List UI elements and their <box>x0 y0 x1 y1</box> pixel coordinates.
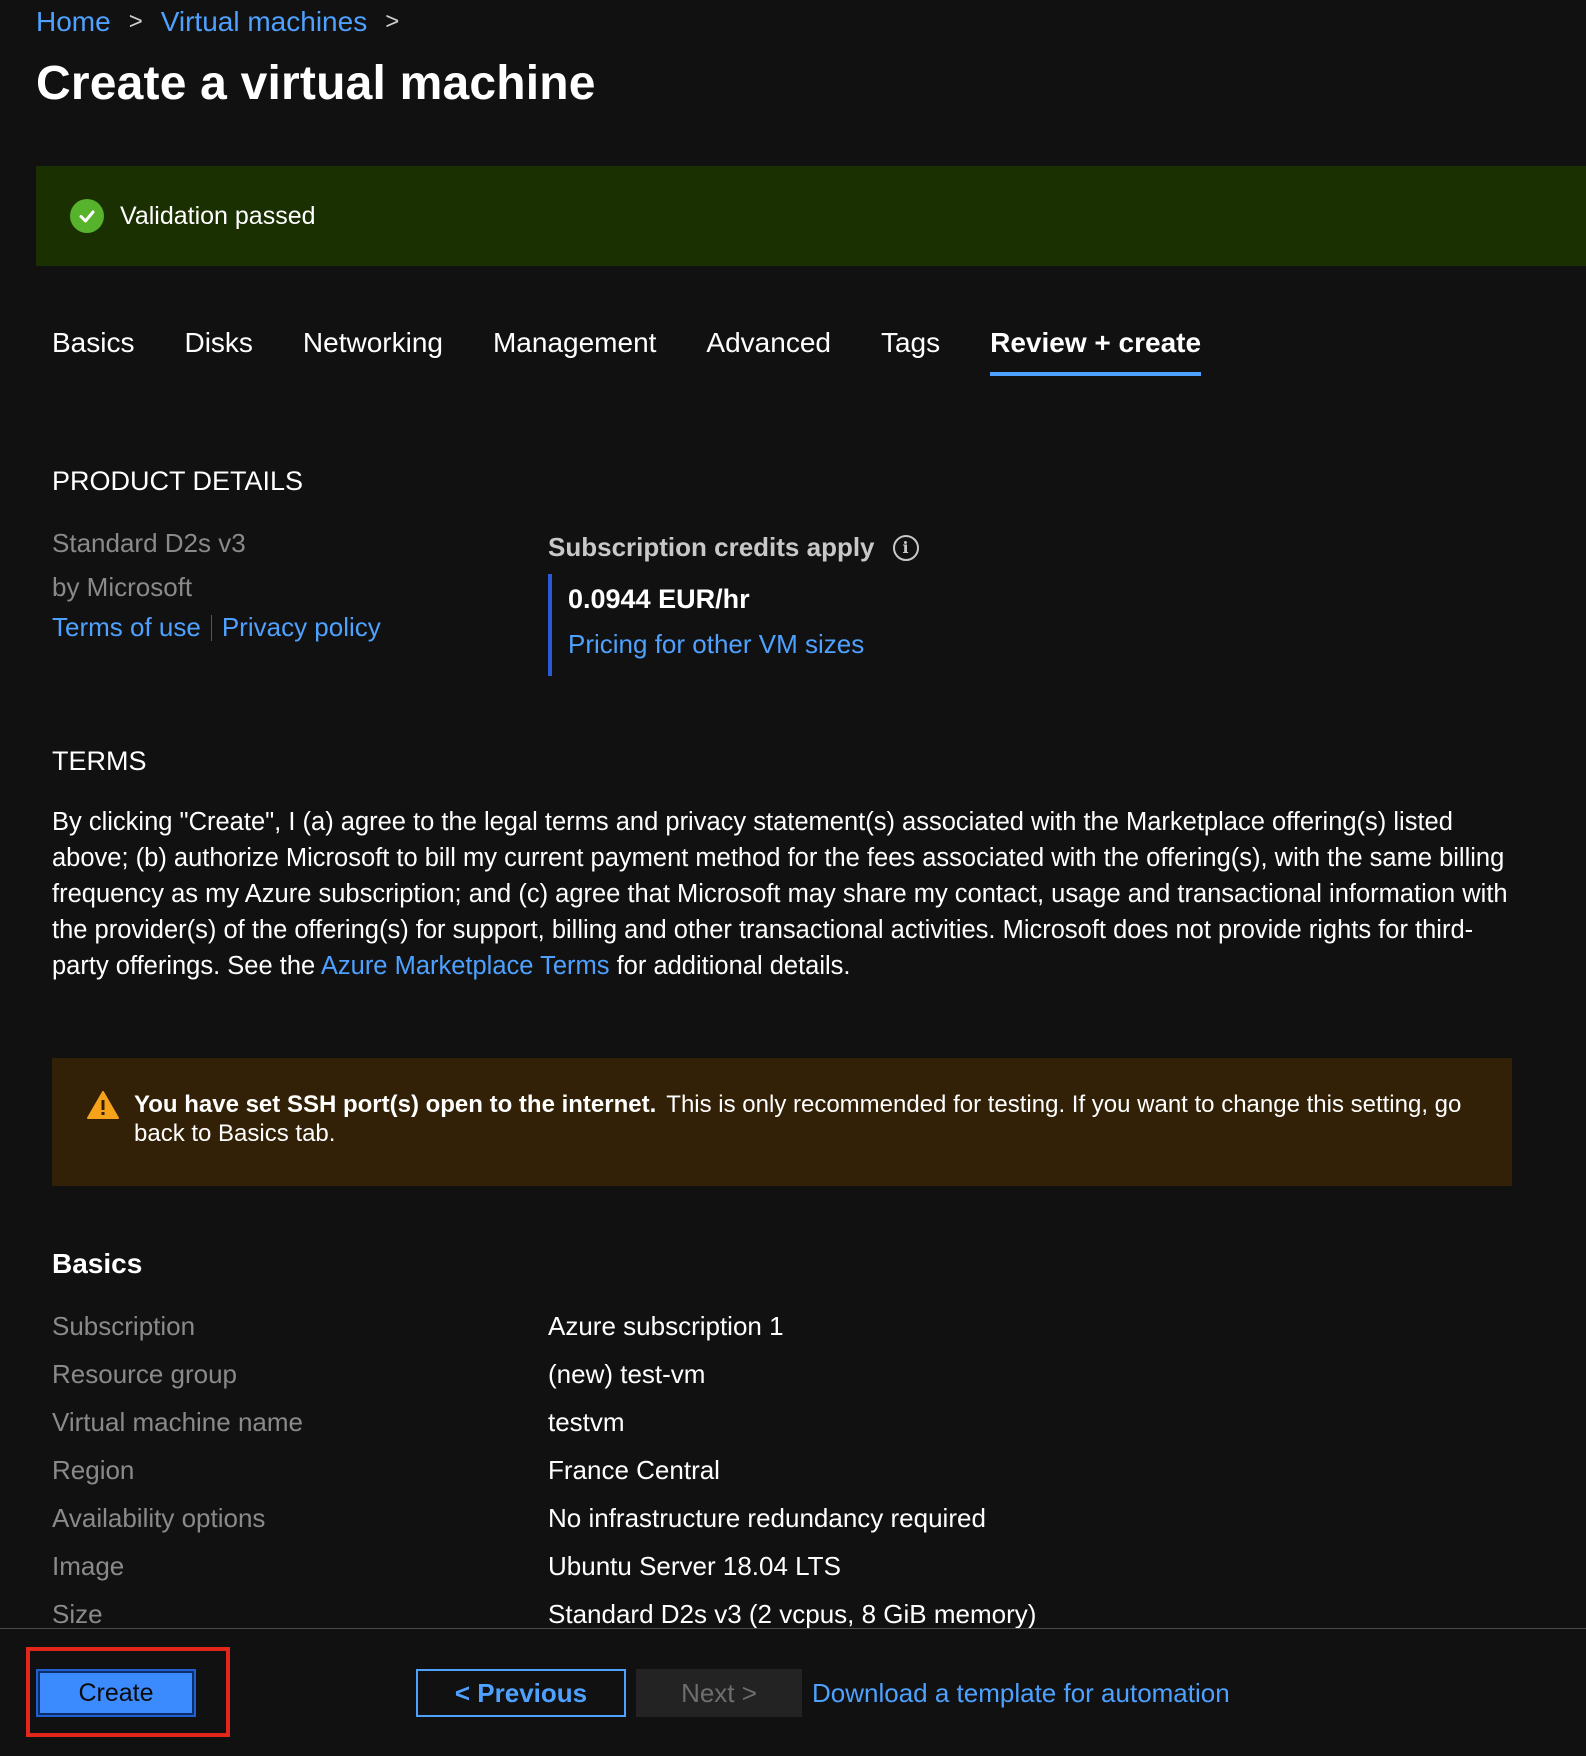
summary-value: Azure subscription 1 <box>548 1310 784 1341</box>
warning-triangle-icon <box>86 1090 120 1125</box>
tab-disks[interactable]: Disks <box>184 318 252 380</box>
summary-value: No infrastructure redundancy required <box>548 1502 986 1533</box>
terms-heading: TERMS <box>52 746 147 776</box>
product-name: Standard D2s v3 <box>52 528 246 558</box>
price-box: 0.0944 EUR/hr Pricing for other VM sizes <box>548 574 864 676</box>
product-details-heading: PRODUCT DETAILS <box>52 466 304 496</box>
page-title: Create a virtual machine <box>36 57 596 110</box>
summary-key: Subscription <box>52 1310 196 1341</box>
credits-label: Subscription credits apply <box>548 532 875 562</box>
summary-value: France Central <box>548 1454 720 1485</box>
terms-of-use-link[interactable]: Terms of use <box>52 612 201 643</box>
basics-heading: Basics <box>52 1248 143 1279</box>
check-circle-icon <box>70 199 104 233</box>
product-links: Terms of use Privacy policy <box>52 612 381 643</box>
tab-tags[interactable]: Tags <box>881 318 940 380</box>
summary-key: Region <box>52 1454 135 1485</box>
tab-basics[interactable]: Basics <box>52 318 134 380</box>
previous-button[interactable]: < Previous <box>416 1669 626 1717</box>
wizard-tabs: Basics Disks Networking Management Advan… <box>52 318 1251 380</box>
summary-row: Region France Central <box>52 1446 1502 1494</box>
breadcrumb-home-link[interactable]: Home <box>36 6 111 38</box>
summary-key: Image <box>52 1550 125 1581</box>
summary-row: Virtual machine name testvm <box>52 1398 1502 1446</box>
tab-management[interactable]: Management <box>493 318 656 380</box>
price-value: 0.0944 EUR/hr <box>568 584 750 614</box>
summary-row: Availability options No infrastructure r… <box>52 1494 1502 1542</box>
tab-advanced[interactable]: Advanced <box>706 318 831 380</box>
summary-value: (new) test-vm <box>548 1358 706 1389</box>
terms-tail: for additional details. <box>609 952 851 980</box>
pricing-other-sizes-link[interactable]: Pricing for other VM sizes <box>568 629 864 660</box>
breadcrumb-virtual-machines-link[interactable]: Virtual machines <box>161 6 367 38</box>
chevron-right-icon: > <box>128 8 143 35</box>
validation-text: Validation passed <box>120 201 316 230</box>
summary-key: Resource group <box>52 1358 237 1389</box>
validation-banner: Validation passed <box>36 166 1586 266</box>
summary-key: Availability options <box>52 1502 266 1533</box>
summary-key: Size <box>52 1598 103 1629</box>
product-info: Standard D2s v3 by Microsoft Terms of us… <box>52 528 381 643</box>
summary-row: Subscription Azure subscription 1 <box>52 1302 1502 1350</box>
chevron-right-icon: > <box>385 8 400 35</box>
summary-key: Virtual machine name <box>52 1406 303 1437</box>
privacy-policy-link[interactable]: Privacy policy <box>222 612 381 643</box>
summary-value: testvm <box>548 1406 625 1437</box>
wizard-footer: Create < Previous Next > Download a temp… <box>0 1628 1586 1756</box>
tab-networking[interactable]: Networking <box>303 318 443 380</box>
create-vm-page: Home > Virtual machines > Create a virtu… <box>0 0 1586 1756</box>
download-template-link[interactable]: Download a template for automation <box>812 1669 1230 1717</box>
next-button: Next > <box>636 1669 802 1717</box>
info-icon[interactable]: i <box>892 534 919 561</box>
warning-bold: You have set SSH port(s) open to the int… <box>134 1091 657 1118</box>
ssh-warning-banner: You have set SSH port(s) open to the int… <box>52 1058 1512 1186</box>
create-button[interactable]: Create <box>36 1669 196 1717</box>
summary-value: Ubuntu Server 18.04 LTS <box>548 1550 841 1581</box>
warning-text: You have set SSH port(s) open to the int… <box>134 1090 1482 1148</box>
breadcrumb: Home > Virtual machines > <box>36 2 417 42</box>
azure-marketplace-terms-link[interactable]: Azure Marketplace Terms <box>321 952 610 980</box>
product-publisher: by Microsoft <box>52 572 193 602</box>
tab-review-create[interactable]: Review + create <box>990 318 1201 380</box>
link-divider <box>210 614 212 641</box>
subscription-credits: Subscription credits apply i <box>548 532 919 563</box>
summary-row: Image Ubuntu Server 18.04 LTS <box>52 1542 1502 1590</box>
summary-value: Standard D2s v3 (2 vcpus, 8 GiB memory) <box>548 1598 1037 1629</box>
summary-row: Resource group (new) test-vm <box>52 1350 1502 1398</box>
terms-text: By clicking "Create", I (a) agree to the… <box>52 804 1522 984</box>
basics-summary: Subscription Azure subscription 1 Resour… <box>52 1302 1502 1638</box>
